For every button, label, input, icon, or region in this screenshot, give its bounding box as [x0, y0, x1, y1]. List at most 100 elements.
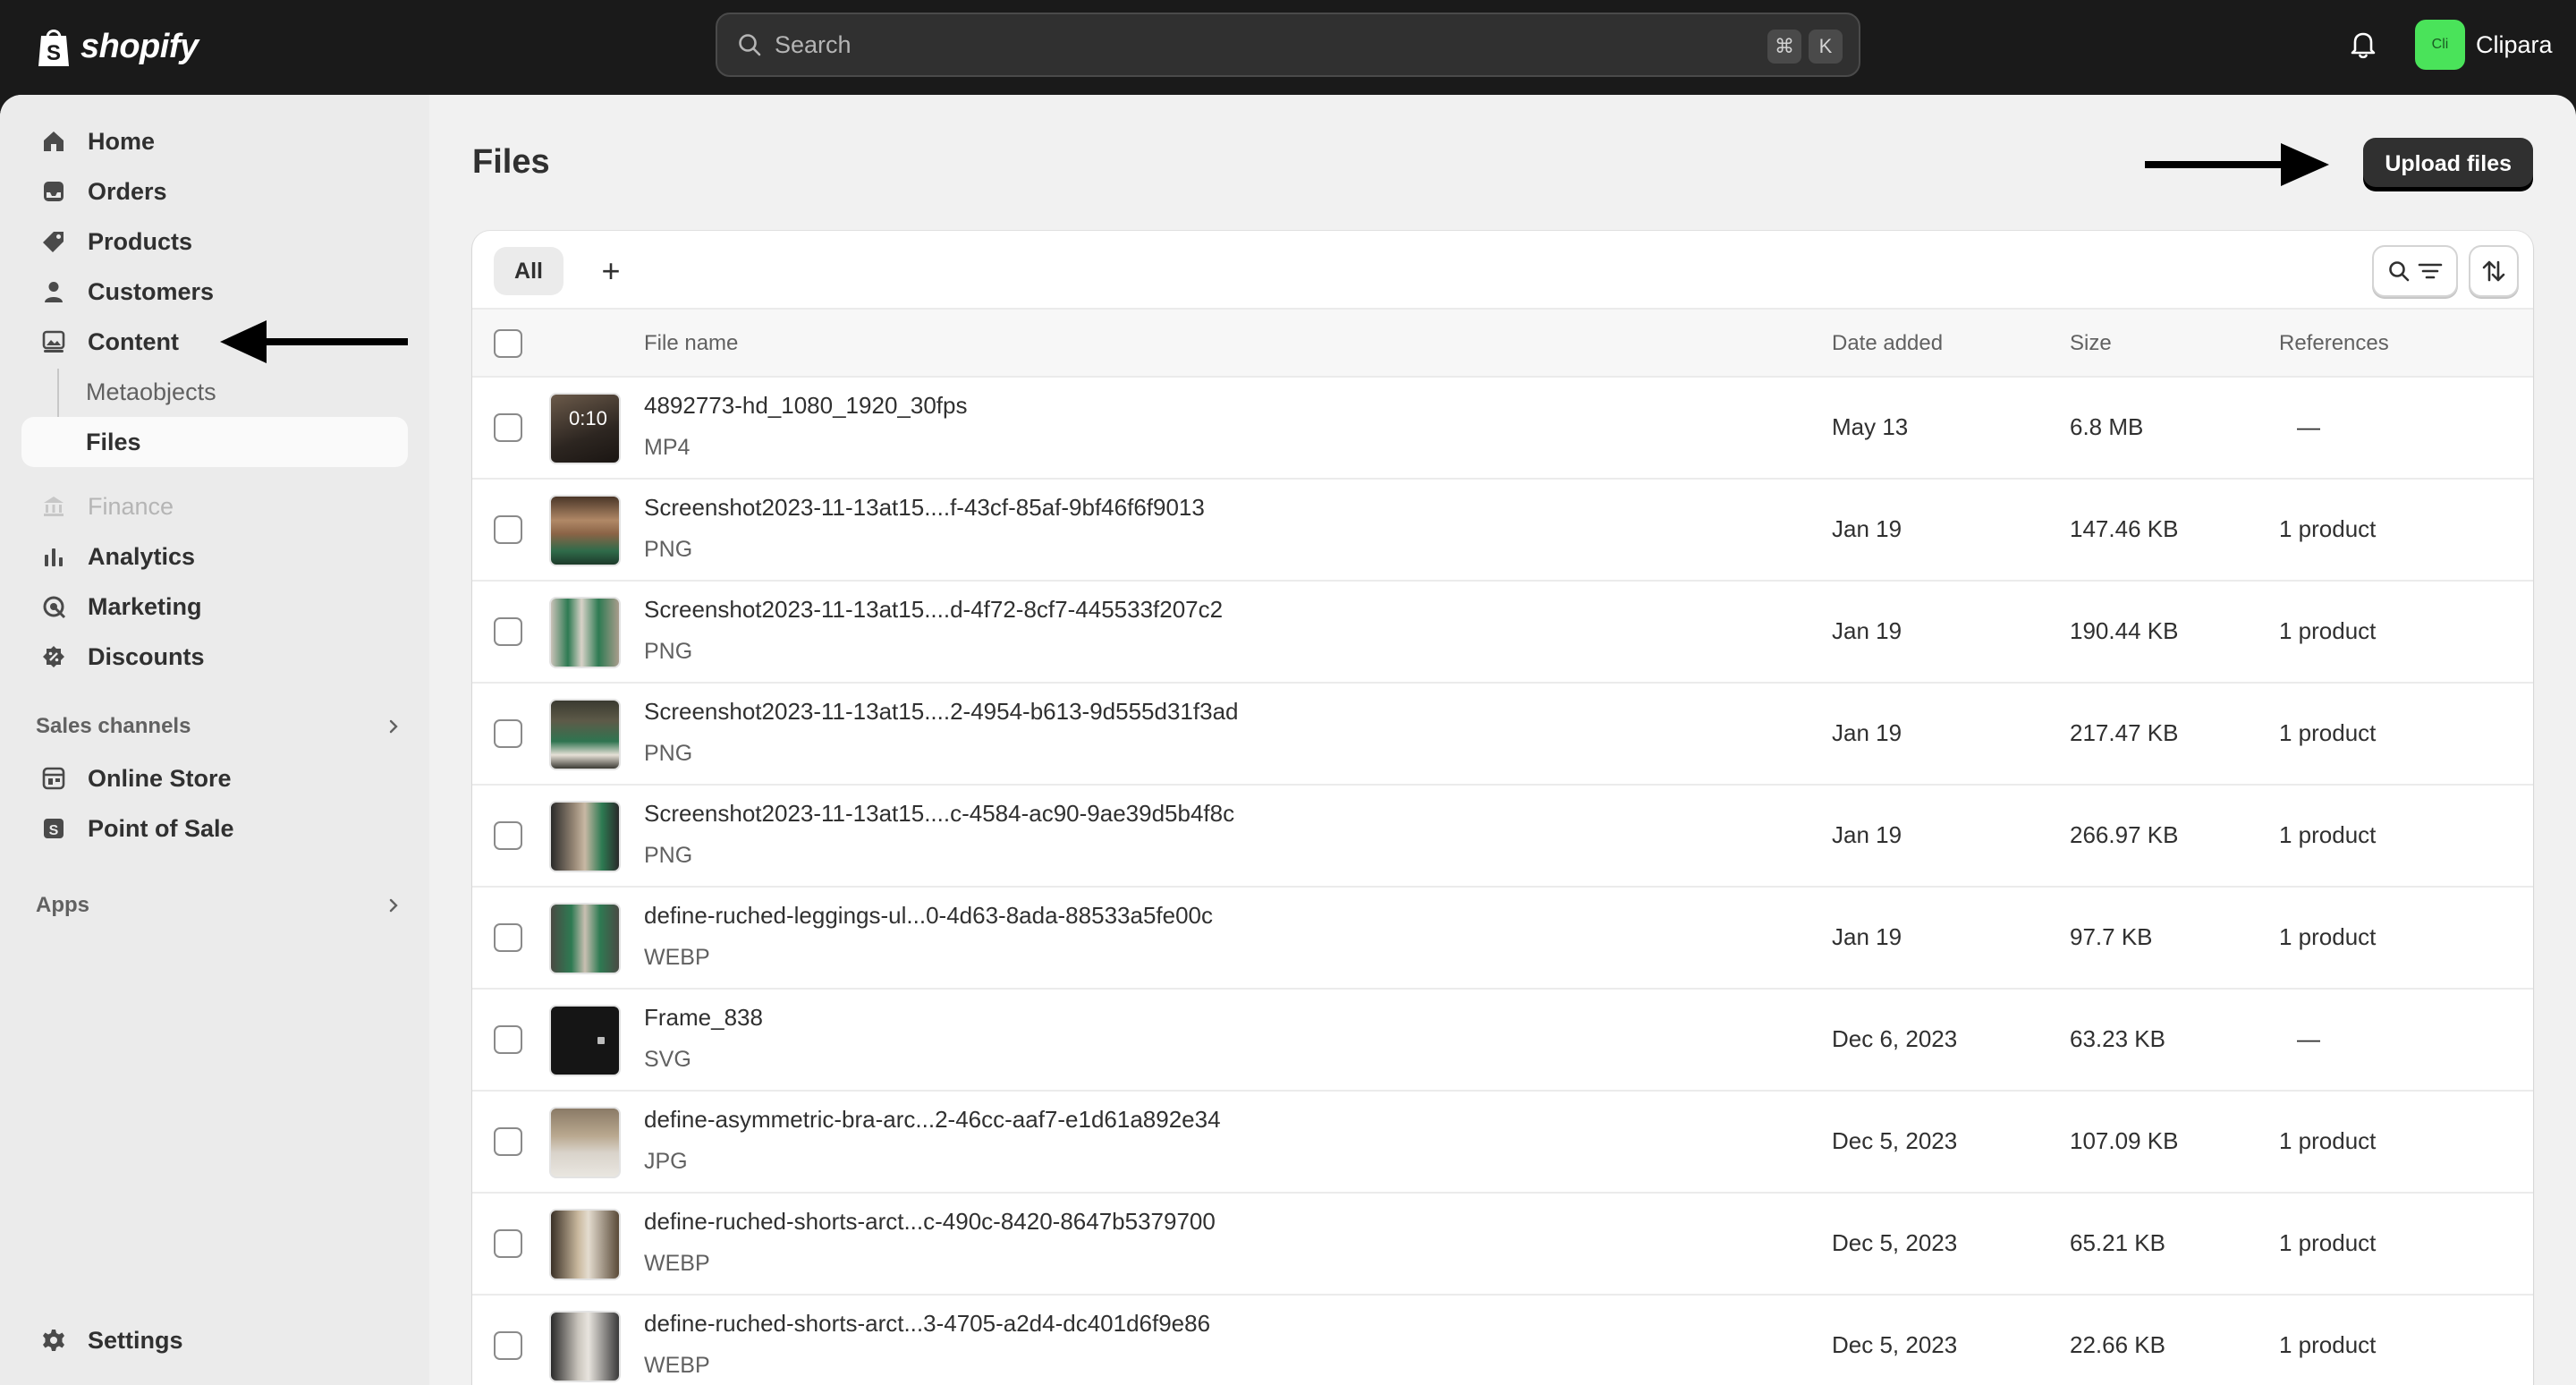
sidebar-item-products[interactable]: Products [21, 217, 408, 267]
file-name[interactable]: define-ruched-leggings-ul...0-4d63-8ada-… [644, 902, 1213, 930]
sidebar-item-files[interactable]: Files [21, 417, 408, 467]
sidebar-item-discounts[interactable]: Discounts [21, 632, 408, 682]
row-checkbox[interactable] [494, 1127, 522, 1156]
references: 1 product [2279, 1229, 2377, 1256]
sort-button[interactable] [2469, 245, 2519, 297]
row-checkbox[interactable] [494, 413, 522, 442]
table-row[interactable]: Screenshot2023-11-13at15....d-4f72-8cf7-… [472, 582, 2533, 684]
sidebar-item-metaobjects[interactable]: Metaobjects [21, 367, 408, 417]
sidebar-item-settings[interactable]: Settings [21, 1315, 408, 1365]
pos-icon: S [39, 814, 68, 843]
file-size: 190.44 KB [2070, 617, 2179, 644]
table-row[interactable]: Screenshot2023-11-13at15....2-4954-b613-… [472, 684, 2533, 786]
upload-files-button[interactable]: Upload files [2363, 138, 2533, 190]
search-bar[interactable]: Search ⌘ K [716, 13, 1860, 77]
image-thumbnail [549, 1209, 621, 1280]
file-type: PNG [644, 741, 693, 766]
file-size: 6.8 MB [2070, 413, 2144, 440]
row-checkbox[interactable] [494, 617, 522, 646]
notification-bell-icon[interactable] [2343, 25, 2383, 64]
sidebar-item-marketing[interactable]: Marketing [21, 582, 408, 632]
sidebar-item-home[interactable]: Home [21, 116, 408, 166]
add-view-button[interactable]: + [587, 247, 635, 295]
row-checkbox[interactable] [494, 821, 522, 850]
search-filter-button[interactable] [2372, 245, 2458, 297]
apps-header[interactable]: Apps [36, 893, 402, 918]
file-name[interactable]: Screenshot2023-11-13at15....2-4954-b613-… [644, 698, 1239, 726]
file-name[interactable]: define-ruched-shorts-arct...c-490c-8420-… [644, 1208, 1216, 1236]
date-added: May 13 [1832, 413, 1909, 440]
row-checkbox[interactable] [494, 1025, 522, 1054]
file-name[interactable]: Frame_838 [644, 1004, 763, 1032]
sidebar-item-analytics[interactable]: Analytics [21, 531, 408, 582]
sort-arrows-icon [2482, 260, 2505, 282]
references: 1 product [2279, 923, 2377, 950]
page-title: Files [472, 143, 550, 181]
bank-icon [39, 492, 68, 521]
column-header-size[interactable]: Size [2070, 331, 2112, 356]
image-thumbnail [549, 495, 621, 566]
sidebar-item-label: Content [88, 327, 179, 355]
sales-channels-header[interactable]: Sales channels [36, 714, 402, 739]
select-all-checkbox[interactable] [494, 329, 522, 358]
sidebar-item-online-store[interactable]: Online Store [21, 753, 408, 803]
file-size: 217.47 KB [2070, 719, 2179, 746]
date-added: Dec 5, 2023 [1832, 1127, 1958, 1154]
table-row[interactable]: Screenshot2023-11-13at15....c-4584-ac90-… [472, 786, 2533, 888]
file-name[interactable]: define-ruched-shorts-arct...3-4705-a2d4-… [644, 1310, 1210, 1338]
column-header-file-name[interactable]: File name [644, 331, 738, 356]
table-row[interactable]: define-asymmetric-bra-arc...2-46cc-aaf7-… [472, 1092, 2533, 1194]
file-name[interactable]: Screenshot2023-11-13at15....c-4584-ac90-… [644, 800, 1234, 828]
row-checkbox[interactable] [494, 719, 522, 748]
discount-icon [39, 642, 68, 671]
target-icon [39, 592, 68, 621]
file-type: WEBP [644, 1251, 710, 1276]
sidebar-item-finance: Finance [21, 481, 408, 531]
tab-all[interactable]: All [494, 247, 564, 295]
table-row[interactable]: define-ruched-shorts-arct...3-4705-a2d4-… [472, 1296, 2533, 1385]
sidebar-item-label: Analytics [88, 542, 196, 570]
search-placeholder: Search [775, 30, 852, 58]
table-row[interactable]: Frame_838 SVG Dec 6, 2023 63.23 KB — [472, 990, 2533, 1092]
table-header: File name Date added Size References [472, 310, 2533, 378]
sidebar-item-label: Files [86, 428, 141, 455]
column-header-references[interactable]: References [2279, 331, 2389, 356]
row-checkbox[interactable] [494, 1229, 522, 1258]
column-header-date-added[interactable]: Date added [1832, 331, 1943, 356]
references: 1 product [2279, 719, 2377, 746]
file-name[interactable]: Screenshot2023-11-13at15....d-4f72-8cf7-… [644, 596, 1223, 624]
table-row[interactable]: 0:10 4892773-hd_1080_1920_30fps MP4 May … [472, 378, 2533, 480]
search-icon [739, 34, 761, 56]
row-checkbox[interactable] [494, 923, 522, 952]
file-type: PNG [644, 639, 693, 664]
row-checkbox[interactable] [494, 1331, 522, 1360]
file-name[interactable]: 4892773-hd_1080_1920_30fps [644, 392, 967, 420]
file-type: PNG [644, 843, 693, 868]
sidebar-item-label: Orders [88, 177, 167, 205]
sidebar-item-point-of-sale[interactable]: S Point of Sale [21, 803, 408, 854]
file-size: 63.23 KB [2070, 1025, 2165, 1052]
main-frame: Home Orders Products Customers Content M… [0, 95, 2576, 1385]
table-row[interactable]: define-ruched-leggings-ul...0-4d63-8ada-… [472, 888, 2533, 990]
sidebar-item-label: Metaobjects [86, 378, 216, 405]
files-toolbar: All + [472, 231, 2533, 310]
shopify-logo[interactable]: S shopify [36, 21, 199, 72]
sidebar-item-orders[interactable]: Orders [21, 166, 408, 217]
date-added: Jan 19 [1832, 821, 1902, 848]
store-menu[interactable]: Cli Clipara [2415, 20, 2553, 70]
sidebar-item-customers[interactable]: Customers [21, 267, 408, 317]
sales-channels-label: Sales channels [36, 714, 191, 738]
table-row[interactable]: define-ruched-shorts-arct...c-490c-8420-… [472, 1194, 2533, 1296]
file-type: PNG [644, 537, 693, 562]
file-type: SVG [644, 1047, 691, 1072]
store-icon [39, 764, 68, 793]
row-checkbox[interactable] [494, 515, 522, 544]
image-thumbnail [549, 801, 621, 872]
files-card: All + File name Date added Size Referenc… [472, 231, 2533, 1385]
table-row[interactable]: Screenshot2023-11-13at15....f-43cf-85af-… [472, 480, 2533, 582]
file-name[interactable]: define-asymmetric-bra-arc...2-46cc-aaf7-… [644, 1106, 1221, 1134]
svg-text:S: S [47, 41, 61, 65]
file-name[interactable]: Screenshot2023-11-13at15....f-43cf-85af-… [644, 494, 1205, 522]
file-type: WEBP [644, 1353, 710, 1378]
annotation-arrow-right-icon [2145, 143, 2329, 186]
